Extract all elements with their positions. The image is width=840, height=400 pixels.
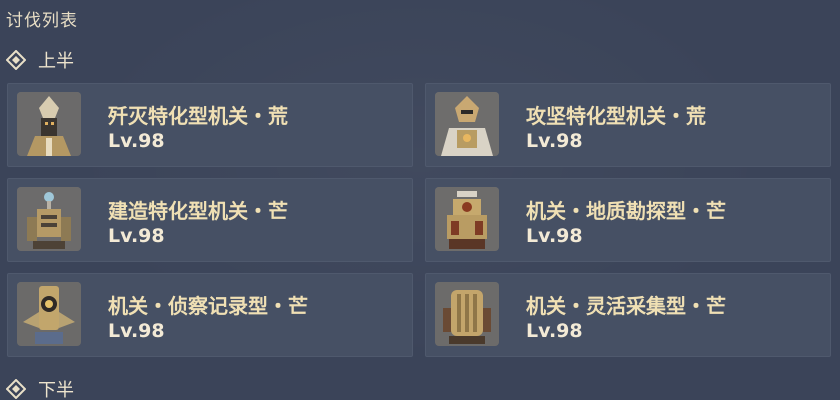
enemy-portrait	[435, 92, 499, 156]
enemy-name: 歼灭特化型机关・荒	[108, 104, 288, 128]
enemy-name: 机关・侦察记录型・芒	[108, 294, 308, 318]
enemy-card[interactable]: 攻坚特化型机关・荒 Lv.98	[425, 83, 831, 167]
enemy-card[interactable]: 歼灭特化型机关・荒 Lv.98	[7, 83, 413, 167]
assault-construct-icon	[435, 92, 499, 156]
enemy-portrait	[17, 92, 81, 156]
section-header-second-half: 下半	[6, 376, 74, 400]
enemy-level: Lv.98	[526, 130, 583, 152]
diamond-icon	[6, 379, 26, 399]
annihilation-construct-icon	[17, 92, 81, 156]
section-header-first-half: 上半	[6, 47, 74, 73]
enemy-name: 建造特化型机关・芒	[108, 199, 288, 223]
enemy-portrait	[17, 187, 81, 251]
enemy-card[interactable]: 机关・灵活采集型・芒 Lv.98	[425, 273, 831, 357]
enemy-name: 攻坚特化型机关・荒	[526, 104, 706, 128]
diamond-icon	[6, 50, 26, 70]
enemy-portrait	[17, 282, 81, 346]
enemy-name: 机关・灵活采集型・芒	[526, 294, 726, 318]
enemy-level: Lv.98	[526, 320, 583, 342]
agile-collection-construct-icon	[435, 282, 499, 346]
geological-survey-construct-icon	[435, 187, 499, 251]
enemy-level: Lv.98	[108, 130, 165, 152]
enemy-card[interactable]: 机关・侦察记录型・芒 Lv.98	[7, 273, 413, 357]
enemy-level: Lv.98	[108, 225, 165, 247]
enemy-portrait	[435, 187, 499, 251]
page-title: 讨伐列表	[6, 11, 78, 31]
enemy-card[interactable]: 机关・地质勘探型・芒 Lv.98	[425, 178, 831, 262]
reconnaissance-construct-icon	[17, 282, 81, 346]
enemy-card[interactable]: 建造特化型机关・芒 Lv.98	[7, 178, 413, 262]
enemy-level: Lv.98	[526, 225, 583, 247]
construction-construct-icon	[17, 187, 81, 251]
enemy-level: Lv.98	[108, 320, 165, 342]
enemy-portrait	[435, 282, 499, 346]
enemy-name: 机关・地质勘探型・芒	[526, 199, 726, 223]
enemy-list-screen: 讨伐列表 上半 歼灭特化型机关・荒 Lv.98 攻坚特化型机关・荒 Lv.98 …	[0, 0, 840, 400]
section-label: 下半	[38, 380, 74, 400]
section-label: 上半	[38, 51, 74, 72]
